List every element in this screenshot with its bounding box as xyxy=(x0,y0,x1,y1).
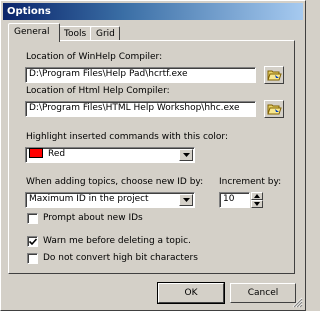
increment-label: Increment by: xyxy=(219,177,282,187)
no-convert-high-bit-label: Do not convert high bit characters xyxy=(43,253,198,263)
open-folder-icon xyxy=(267,70,282,81)
tab-tools[interactable]: Tools xyxy=(58,26,94,41)
resize-grip-icon[interactable] xyxy=(292,297,303,308)
winhelp-compiler-label: Location of WinHelp Compiler: xyxy=(26,52,163,62)
increment-up-button[interactable] xyxy=(251,192,263,200)
increment-spinner xyxy=(251,192,263,208)
new-id-label: When adding topics, choose new ID by: xyxy=(26,177,204,187)
increment-field[interactable]: 10 xyxy=(219,192,250,208)
new-id-value: Maximum ID in the project xyxy=(29,194,149,204)
cancel-button[interactable]: Cancel xyxy=(230,283,296,303)
title-bar[interactable]: Options xyxy=(3,3,303,20)
tab-general-label: General xyxy=(14,27,50,37)
winhelp-compiler-field[interactable]: D:\Program Files\Help Pad\hcrtf.exe xyxy=(25,67,256,83)
highlight-color-label: Highlight inserted commands with this co… xyxy=(26,132,229,142)
tab-grid[interactable]: Grid xyxy=(90,26,120,41)
open-folder-icon xyxy=(267,104,282,115)
htmlhelp-compiler-label: Location of Html Help Compiler: xyxy=(26,86,170,96)
check-icon xyxy=(29,238,37,246)
prompt-new-ids-label: Prompt about new IDs xyxy=(43,213,143,223)
htmlhelp-browse-button[interactable] xyxy=(264,100,284,118)
increment-down-button[interactable] xyxy=(251,200,263,208)
window-title: Options xyxy=(7,6,51,17)
highlight-color-dropdown-button[interactable] xyxy=(179,149,193,161)
tab-tools-label: Tools xyxy=(64,29,87,39)
ok-button[interactable]: OK xyxy=(157,282,225,304)
warn-before-delete-label: Warn me before deleting a topic. xyxy=(43,236,191,246)
warn-before-delete-checkbox[interactable] xyxy=(27,236,38,247)
general-tab-panel: Location of WinHelp Compiler: D:\Program… xyxy=(8,40,295,274)
new-id-combo[interactable]: Maximum ID in the project xyxy=(25,192,195,208)
chevron-down-icon xyxy=(183,198,190,202)
options-dialog: Options General Tools Grid Location of W… xyxy=(0,0,306,311)
arrow-down-icon xyxy=(254,202,260,206)
highlight-color-combo[interactable]: Red xyxy=(25,147,195,163)
chevron-down-icon xyxy=(183,153,190,157)
tab-grid-label: Grid xyxy=(96,29,115,39)
highlight-color-value: Red xyxy=(48,149,66,159)
no-convert-high-bit-checkbox[interactable] xyxy=(27,253,38,264)
new-id-dropdown-button[interactable] xyxy=(179,194,193,206)
arrow-up-icon xyxy=(254,194,260,198)
winhelp-browse-button[interactable] xyxy=(264,66,284,84)
htmlhelp-compiler-field[interactable]: D:\Program Files\HTML Help Workshop\hhc.… xyxy=(25,101,256,117)
color-swatch xyxy=(29,148,43,158)
prompt-new-ids-checkbox[interactable] xyxy=(27,213,38,224)
tab-general[interactable]: General xyxy=(8,23,60,42)
